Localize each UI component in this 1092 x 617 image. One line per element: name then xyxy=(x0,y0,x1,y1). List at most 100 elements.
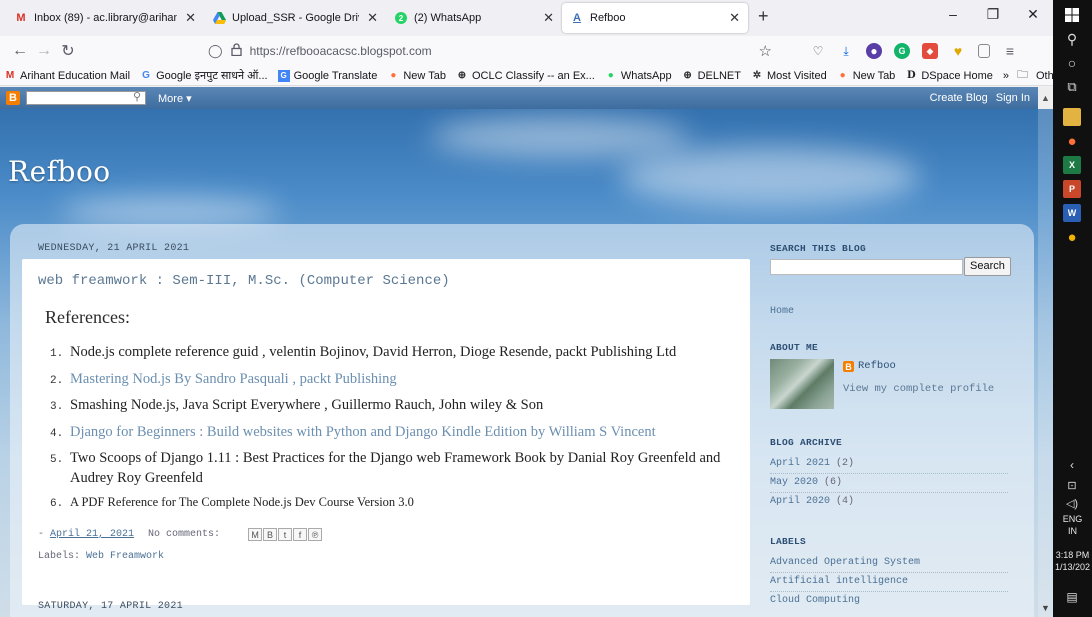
bookmark-star-icon[interactable]: ☆ xyxy=(759,42,772,60)
back-icon[interactable]: ← xyxy=(8,42,32,60)
scroll-down-arrow-icon[interactable]: ▼ xyxy=(1038,599,1053,617)
facebook-share-icon[interactable]: f xyxy=(293,528,308,541)
post-permalink[interactable]: April 21, 2021 xyxy=(50,529,134,540)
blog-title[interactable]: Refboo xyxy=(8,155,111,188)
bookmark-item[interactable]: ⊕ DELNET xyxy=(682,70,741,82)
close-icon[interactable]: ✕ xyxy=(543,10,554,26)
forward-icon[interactable]: → xyxy=(32,42,56,60)
tab-bar: M Inbox (89) - ac.library@arihanta ✕ Upl… xyxy=(0,0,1053,36)
bookmark-item[interactable]: ● New Tab xyxy=(387,70,446,82)
chrome-icon[interactable]: ● xyxy=(1063,228,1081,246)
windows-start-icon[interactable] xyxy=(1063,6,1081,24)
bookmark-item[interactable]: ● New Tab xyxy=(837,70,896,82)
home-link[interactable]: Home xyxy=(770,306,794,317)
extension-icon[interactable]: ● xyxy=(866,43,882,59)
other-bookmarks-folder[interactable]: Other Bookmarks xyxy=(1036,70,1053,82)
cortana-icon[interactable]: ○ xyxy=(1063,54,1081,72)
tab-refboo[interactable]: A Refboo ✕ xyxy=(562,3,748,33)
task-view-icon[interactable]: ⧉ xyxy=(1063,78,1081,96)
view-profile-link[interactable]: View my complete profile xyxy=(843,383,994,395)
navbar-search-input[interactable]: ⚲ xyxy=(26,91,146,105)
pinterest-share-icon[interactable]: ℗ xyxy=(308,528,323,541)
search-icon[interactable]: ⚲ xyxy=(133,90,141,103)
translate-icon: G xyxy=(277,69,290,82)
blogger-icon: A xyxy=(573,12,581,24)
whatsapp-icon: 2 xyxy=(394,11,408,25)
bookmark-item[interactable]: D DSpace Home xyxy=(905,70,993,82)
region-indicator[interactable]: IN xyxy=(1053,526,1092,537)
tab-whatsapp[interactable]: 2 (2) WhatsApp ✕ xyxy=(386,3,562,33)
page-scrollbar[interactable] xyxy=(1038,109,1053,617)
close-icon[interactable]: ✕ xyxy=(185,10,196,26)
divider xyxy=(770,473,1008,474)
grammarly-icon[interactable]: G xyxy=(894,43,910,59)
search-button[interactable]: Search xyxy=(964,257,1011,276)
excel-icon[interactable]: X xyxy=(1063,156,1081,174)
label-item[interactable]: Artificial intelligence xyxy=(770,576,908,587)
close-window-button[interactable]: ✕ xyxy=(1013,6,1053,23)
language-indicator[interactable]: ENG xyxy=(1053,514,1092,525)
archive-item[interactable]: April 2021 (2) xyxy=(770,458,854,469)
word-icon[interactable]: W xyxy=(1063,204,1081,222)
browser-window: M Inbox (89) - ac.library@arihanta ✕ Upl… xyxy=(0,0,1053,617)
archive-item[interactable]: May 2020 (6) xyxy=(770,477,842,488)
label-item[interactable]: Cloud Computing xyxy=(770,595,860,606)
bookmark-item[interactable]: G Google इनपुट साधने ऑ... xyxy=(140,68,267,83)
firefox-icon[interactable]: ● xyxy=(1063,132,1081,150)
clock-time[interactable]: 3:18 PM xyxy=(1053,550,1092,561)
chevron-left-icon[interactable]: ‹ xyxy=(1063,456,1081,474)
bookmark-item[interactable]: ⊕ OCLC Classify -- an Ex... xyxy=(456,70,595,82)
gmail-icon: M xyxy=(5,70,15,81)
bookmark-item[interactable]: M Arihant Education Mail xyxy=(4,70,130,82)
references-list: 1. Node.js complete reference guid , vele… xyxy=(50,343,740,520)
post-title[interactable]: web freamwork : Sem-III, M.Sc. (Computer… xyxy=(38,273,450,289)
bookmark-item[interactable]: G Google Translate xyxy=(277,69,377,82)
email-share-icon[interactable]: M xyxy=(248,528,263,541)
reload-icon[interactable]: ↻ xyxy=(56,41,80,61)
extension-red-icon[interactable]: ◆ xyxy=(922,43,938,59)
archive-item[interactable]: April 2020 (4) xyxy=(770,496,854,507)
profile-photo[interactable] xyxy=(770,359,834,409)
list-item: 5. Two Scoops of Django 1.11 : Best Pract… xyxy=(50,450,721,486)
notification-icon[interactable]: ▤ xyxy=(1063,588,1081,606)
url-bar[interactable]: ◯ https://refbooacacsc.blogspot.com ☆ xyxy=(200,39,780,63)
create-blog-link[interactable]: Create Blog xyxy=(930,92,988,104)
download-icon[interactable]: ⤓ xyxy=(838,43,854,59)
tab-gmail[interactable]: M Inbox (89) - ac.library@arihanta ✕ xyxy=(6,3,204,33)
firefox-icon: ● xyxy=(839,70,846,81)
clock-date[interactable]: 1/13/202 xyxy=(1053,562,1092,573)
reader-icon[interactable] xyxy=(978,44,990,58)
bookmarks-overflow-button[interactable]: » xyxy=(1003,70,1009,82)
url-text[interactable]: https://refbooacacsc.blogspot.com xyxy=(250,44,759,58)
sign-in-link[interactable]: Sign In xyxy=(996,92,1030,104)
pocket-icon[interactable]: ♡ xyxy=(810,43,826,59)
comments-link[interactable]: No comments: xyxy=(148,529,220,540)
label-item[interactable]: Advanced Operating System xyxy=(770,557,920,568)
addon-icon[interactable]: ♥ xyxy=(950,43,966,59)
close-icon[interactable]: ✕ xyxy=(729,10,740,26)
tab-google-drive[interactable]: Upload_SSR - Google Drive ✕ xyxy=(204,3,386,33)
navbar-actions: Create Blog Sign In xyxy=(930,92,1030,104)
scroll-up-arrow-icon[interactable]: ▲ xyxy=(1038,87,1053,109)
search-icon[interactable]: ⚲ xyxy=(1063,30,1081,48)
lock-icon[interactable] xyxy=(230,43,242,59)
bookmark-item[interactable]: ● WhatsApp xyxy=(605,70,672,82)
shield-icon[interactable]: ◯ xyxy=(208,43,223,59)
new-tab-button[interactable]: + xyxy=(758,6,769,27)
volume-icon[interactable]: ◁) xyxy=(1063,494,1081,512)
bookmark-item[interactable]: ✲ Most Visited xyxy=(751,70,827,82)
file-explorer-icon[interactable] xyxy=(1063,108,1081,126)
close-icon[interactable]: ✕ xyxy=(367,10,378,26)
blog-share-icon[interactable]: B xyxy=(263,528,278,541)
blogger-logo-icon[interactable]: B xyxy=(6,91,20,105)
profile-name[interactable]: Refboo xyxy=(858,360,896,372)
minimize-button[interactable]: – xyxy=(933,6,973,23)
network-icon[interactable]: ⊡ xyxy=(1063,476,1081,494)
more-menu[interactable]: More ▾ xyxy=(158,92,192,105)
restore-button[interactable]: ❐ xyxy=(973,6,1013,23)
blog-search-input[interactable] xyxy=(770,259,963,275)
menu-icon[interactable]: ≡ xyxy=(1002,43,1018,59)
twitter-share-icon[interactable]: t xyxy=(278,528,293,541)
label-link[interactable]: Web Freamwork xyxy=(86,551,164,562)
powerpoint-icon[interactable]: P xyxy=(1063,180,1081,198)
